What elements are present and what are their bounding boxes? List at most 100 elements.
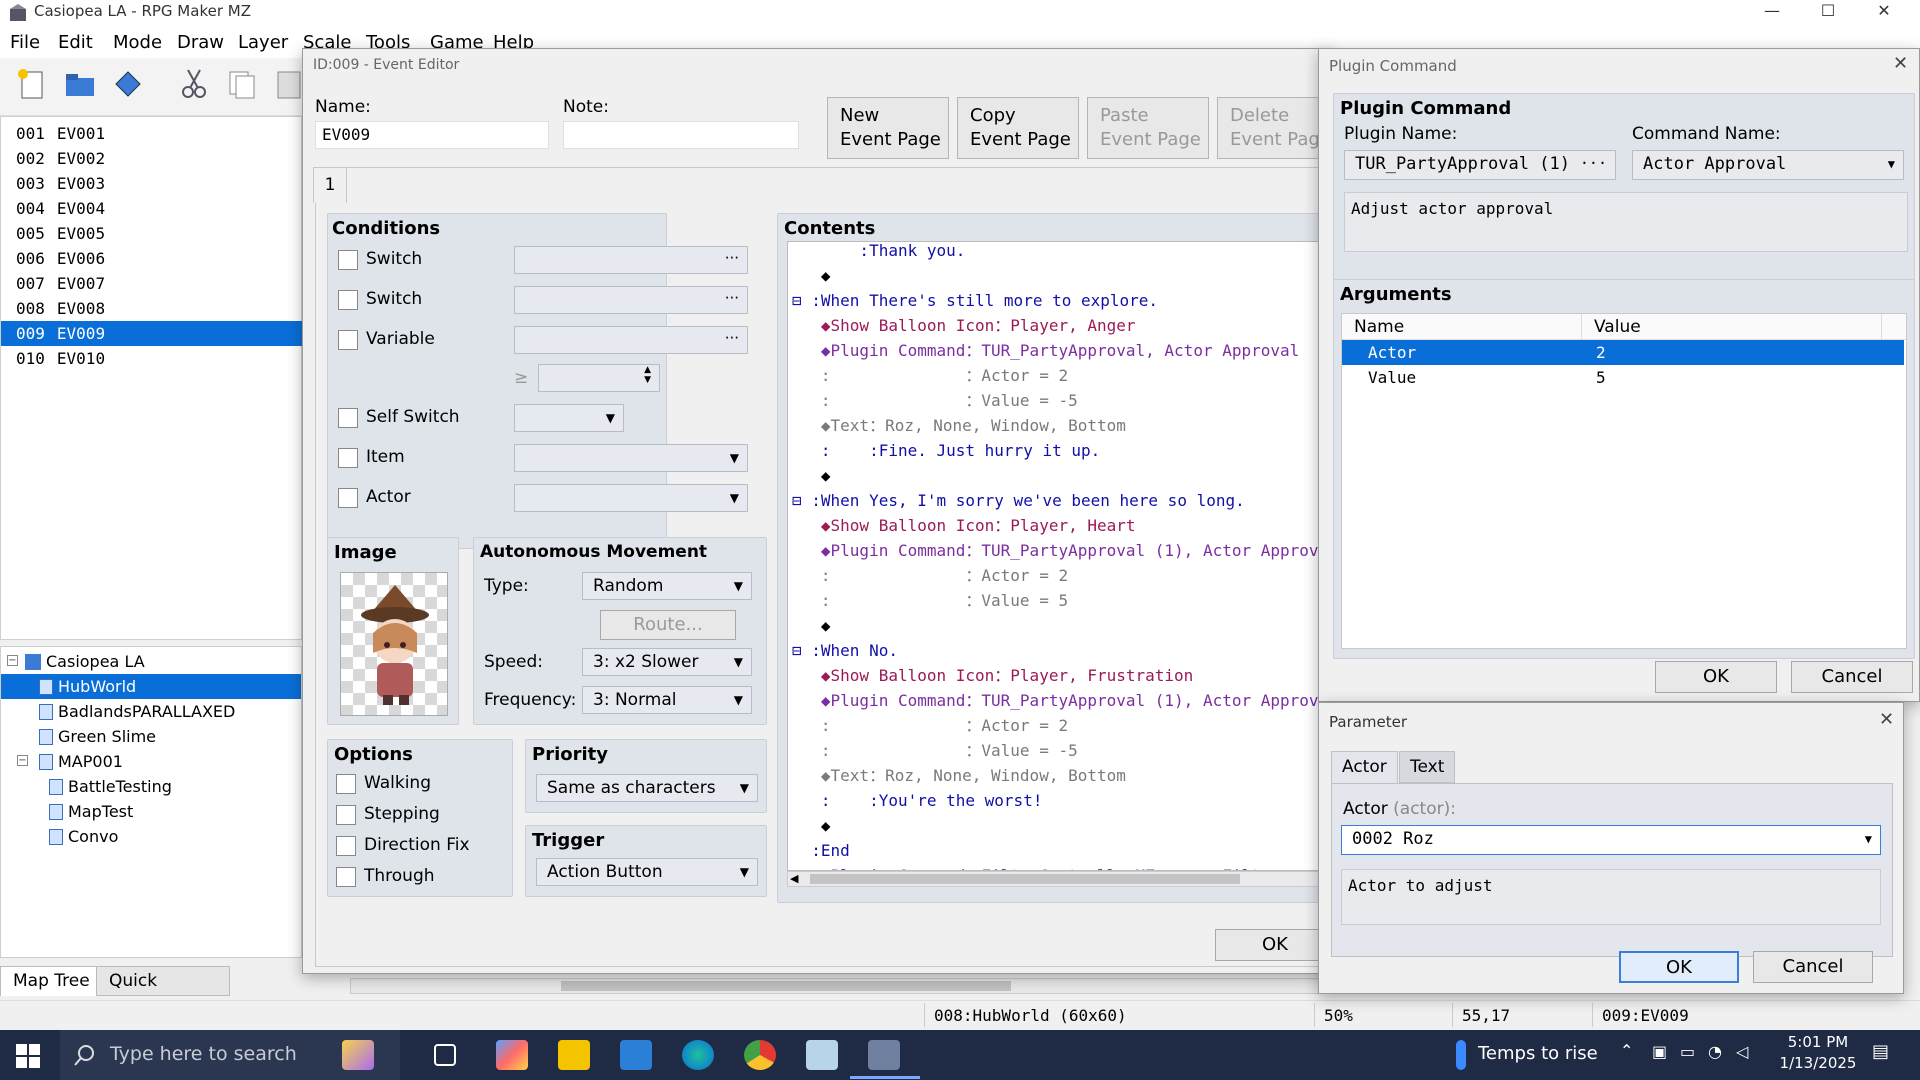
event-list-item[interactable]: 003 EV003	[1, 171, 303, 196]
route-button[interactable]: Route...	[600, 610, 736, 640]
tab-page-1[interactable]: 1	[313, 167, 347, 203]
event-list-item[interactable]: 010 EV010	[1, 346, 303, 371]
self-switch-select[interactable]: ▼	[514, 404, 624, 432]
item-checkbox[interactable]	[338, 448, 358, 468]
volume-icon[interactable]: ◁	[1736, 1042, 1748, 1061]
event-command-line[interactable]: ◆Plugin Command：TUR_PartyApproval (1), A…	[792, 688, 1332, 713]
map-horizontal-scrollbar[interactable]	[350, 978, 1320, 994]
event-image-selector[interactable]	[340, 572, 448, 716]
variable-select[interactable]: ···	[514, 326, 748, 354]
column-name-header[interactable]: Name	[1342, 314, 1582, 340]
map-tree-item-badlands[interactable]: BadlandsPARALLAXED	[39, 699, 235, 724]
argument-row-value[interactable]: Value 5	[1342, 365, 1904, 390]
copilot-icon[interactable]	[342, 1040, 374, 1070]
self-switch-checkbox[interactable]	[338, 408, 358, 428]
event-command-line[interactable]: ⊟ :When Yes, I'm sorry we've been here s…	[792, 488, 1245, 513]
event-command-line[interactable]: ◆	[792, 613, 831, 638]
actor-checkbox[interactable]	[338, 488, 358, 508]
close-icon[interactable]: ✕	[1879, 709, 1894, 730]
notepad-icon[interactable]	[806, 1040, 838, 1070]
movement-frequency-select[interactable]: 3: Normal ▼	[582, 686, 752, 714]
trigger-select[interactable]: Action Button ▼	[536, 858, 758, 886]
plugin-name-select[interactable]: TUR_PartyApproval (1) ···	[1344, 150, 1616, 180]
battery-icon[interactable]: ▭	[1680, 1042, 1695, 1061]
priority-select[interactable]: Same as characters ▼	[536, 774, 758, 802]
microsoft-365-icon[interactable]	[496, 1040, 528, 1070]
map-tree-item-convo[interactable]: Convo	[49, 824, 118, 849]
event-command-line[interactable]: : :Fine. Just hurry it up.	[792, 438, 1100, 463]
event-command-line[interactable]: : ：Value = 5	[792, 588, 1068, 613]
collapse-icon[interactable]: −	[17, 755, 28, 766]
map-tree-item-map001[interactable]: MAP001	[39, 749, 123, 774]
movement-type-select[interactable]: Random ▼	[582, 572, 752, 600]
map-tree-item-battletesting[interactable]: BattleTesting	[49, 774, 172, 799]
scrollbar-thumb[interactable]	[561, 981, 1011, 991]
event-command-line[interactable]: ⊟ :When No.	[792, 638, 898, 663]
stepping-checkbox[interactable]	[336, 805, 356, 825]
map-tree-item-hubworld[interactable]: HubWorld	[1, 674, 301, 699]
variable-value-spinner[interactable]: ▲ ▼	[538, 364, 660, 392]
copy-event-page-button[interactable]: Copy Event Page	[957, 97, 1079, 159]
clock-time[interactable]: 5:01 PM	[1778, 1033, 1858, 1051]
cut-icon[interactable]	[176, 66, 212, 102]
event-command-line[interactable]: ⊟ :When There's still more to explore.	[792, 288, 1158, 313]
event-command-line[interactable]: ◆	[792, 813, 831, 838]
event-list-item[interactable]: 002 EV002	[1, 146, 303, 171]
scroll-left-icon[interactable]: ◀	[790, 872, 798, 885]
notifications-icon[interactable]: ▤	[1872, 1041, 1889, 1062]
windows-start-icon[interactable]	[16, 1044, 40, 1073]
event-command-line[interactable]: ◆	[792, 263, 831, 288]
menu-draw[interactable]: Draw	[177, 32, 224, 53]
through-checkbox[interactable]	[336, 867, 356, 887]
switch2-select[interactable]: ···	[514, 286, 748, 314]
event-command-line[interactable]: : ：Actor = 2	[792, 363, 1068, 388]
event-command-line[interactable]: :Thank you.	[792, 242, 965, 263]
file-explorer-icon[interactable]	[558, 1040, 590, 1070]
tray-device-icon[interactable]: ▣	[1652, 1042, 1667, 1061]
event-command-line[interactable]: : ：Actor = 2	[792, 713, 1068, 738]
map-tree-item-green-slime[interactable]: Green Slime	[39, 724, 156, 749]
argument-row-actor[interactable]: Actor 2	[1342, 340, 1904, 365]
new-event-page-button[interactable]: New Event Page	[827, 97, 949, 159]
tray-chevron-icon[interactable]: ⌃	[1620, 1041, 1633, 1060]
contents-horizontal-scrollbar[interactable]: ◀	[787, 871, 1333, 887]
event-command-line[interactable]: ◆Plugin Command：FilterControllerMZ, eras…	[792, 863, 1280, 870]
event-command-line[interactable]: : ：Value = -5	[792, 738, 1078, 763]
parameter-ok-button[interactable]: OK	[1619, 951, 1739, 983]
command-name-select[interactable]: Actor Approval ▼	[1632, 150, 1904, 180]
menu-mode[interactable]: Mode	[113, 32, 162, 53]
event-command-line[interactable]: ◆Text：Roz, None, Window, Bottom	[792, 413, 1126, 438]
edge-icon[interactable]	[682, 1040, 714, 1070]
menu-edit[interactable]: Edit	[58, 32, 93, 53]
event-note-input[interactable]	[563, 121, 799, 149]
column-value-header[interactable]: Value	[1582, 314, 1882, 340]
rpgmaker-taskbar-icon[interactable]	[868, 1040, 900, 1070]
event-list-item[interactable]: 007 EV007	[1, 271, 303, 296]
event-command-line[interactable]: ◆Show Balloon Icon：Player, Heart	[792, 513, 1136, 538]
actor-param-select[interactable]: 0002 Roz ▼	[1341, 825, 1881, 855]
event-contents-list[interactable]: :Thank you. ◆ ⊟ :When There's still more …	[787, 241, 1333, 871]
parameter-cancel-button[interactable]: Cancel	[1753, 951, 1873, 983]
collapse-icon[interactable]: −	[7, 655, 18, 666]
paste-event-page-button[interactable]: Paste Event Page	[1087, 97, 1209, 159]
switch1-select[interactable]: ···	[514, 246, 748, 274]
copy-icon[interactable]	[224, 66, 260, 102]
spinner-icon[interactable]: ▲ ▼	[644, 365, 651, 385]
clock-date[interactable]: 1/13/2025	[1768, 1054, 1868, 1072]
event-command-line[interactable]: :End	[792, 838, 850, 863]
network-icon[interactable]: ◔	[1708, 1042, 1722, 1061]
tab-text[interactable]: Text	[1399, 751, 1456, 783]
actor-select[interactable]: ▼	[514, 484, 748, 512]
task-view-icon[interactable]	[434, 1044, 456, 1066]
event-command-line[interactable]: : ：Value = -5	[792, 388, 1078, 413]
chrome-icon[interactable]	[744, 1040, 776, 1070]
event-list-item[interactable]: 008 EV008	[1, 296, 303, 321]
event-command-line[interactable]: ◆	[792, 463, 831, 488]
event-list-item[interactable]: 001 EV001	[1, 121, 303, 146]
weather-text[interactable]: Temps to rise	[1478, 1043, 1598, 1064]
switch1-checkbox[interactable]	[338, 250, 358, 270]
menu-layer[interactable]: Layer	[238, 32, 288, 53]
event-list-item[interactable]: 006 EV006	[1, 246, 303, 271]
menu-file[interactable]: File	[10, 32, 40, 53]
direction-fix-checkbox[interactable]	[336, 836, 356, 856]
